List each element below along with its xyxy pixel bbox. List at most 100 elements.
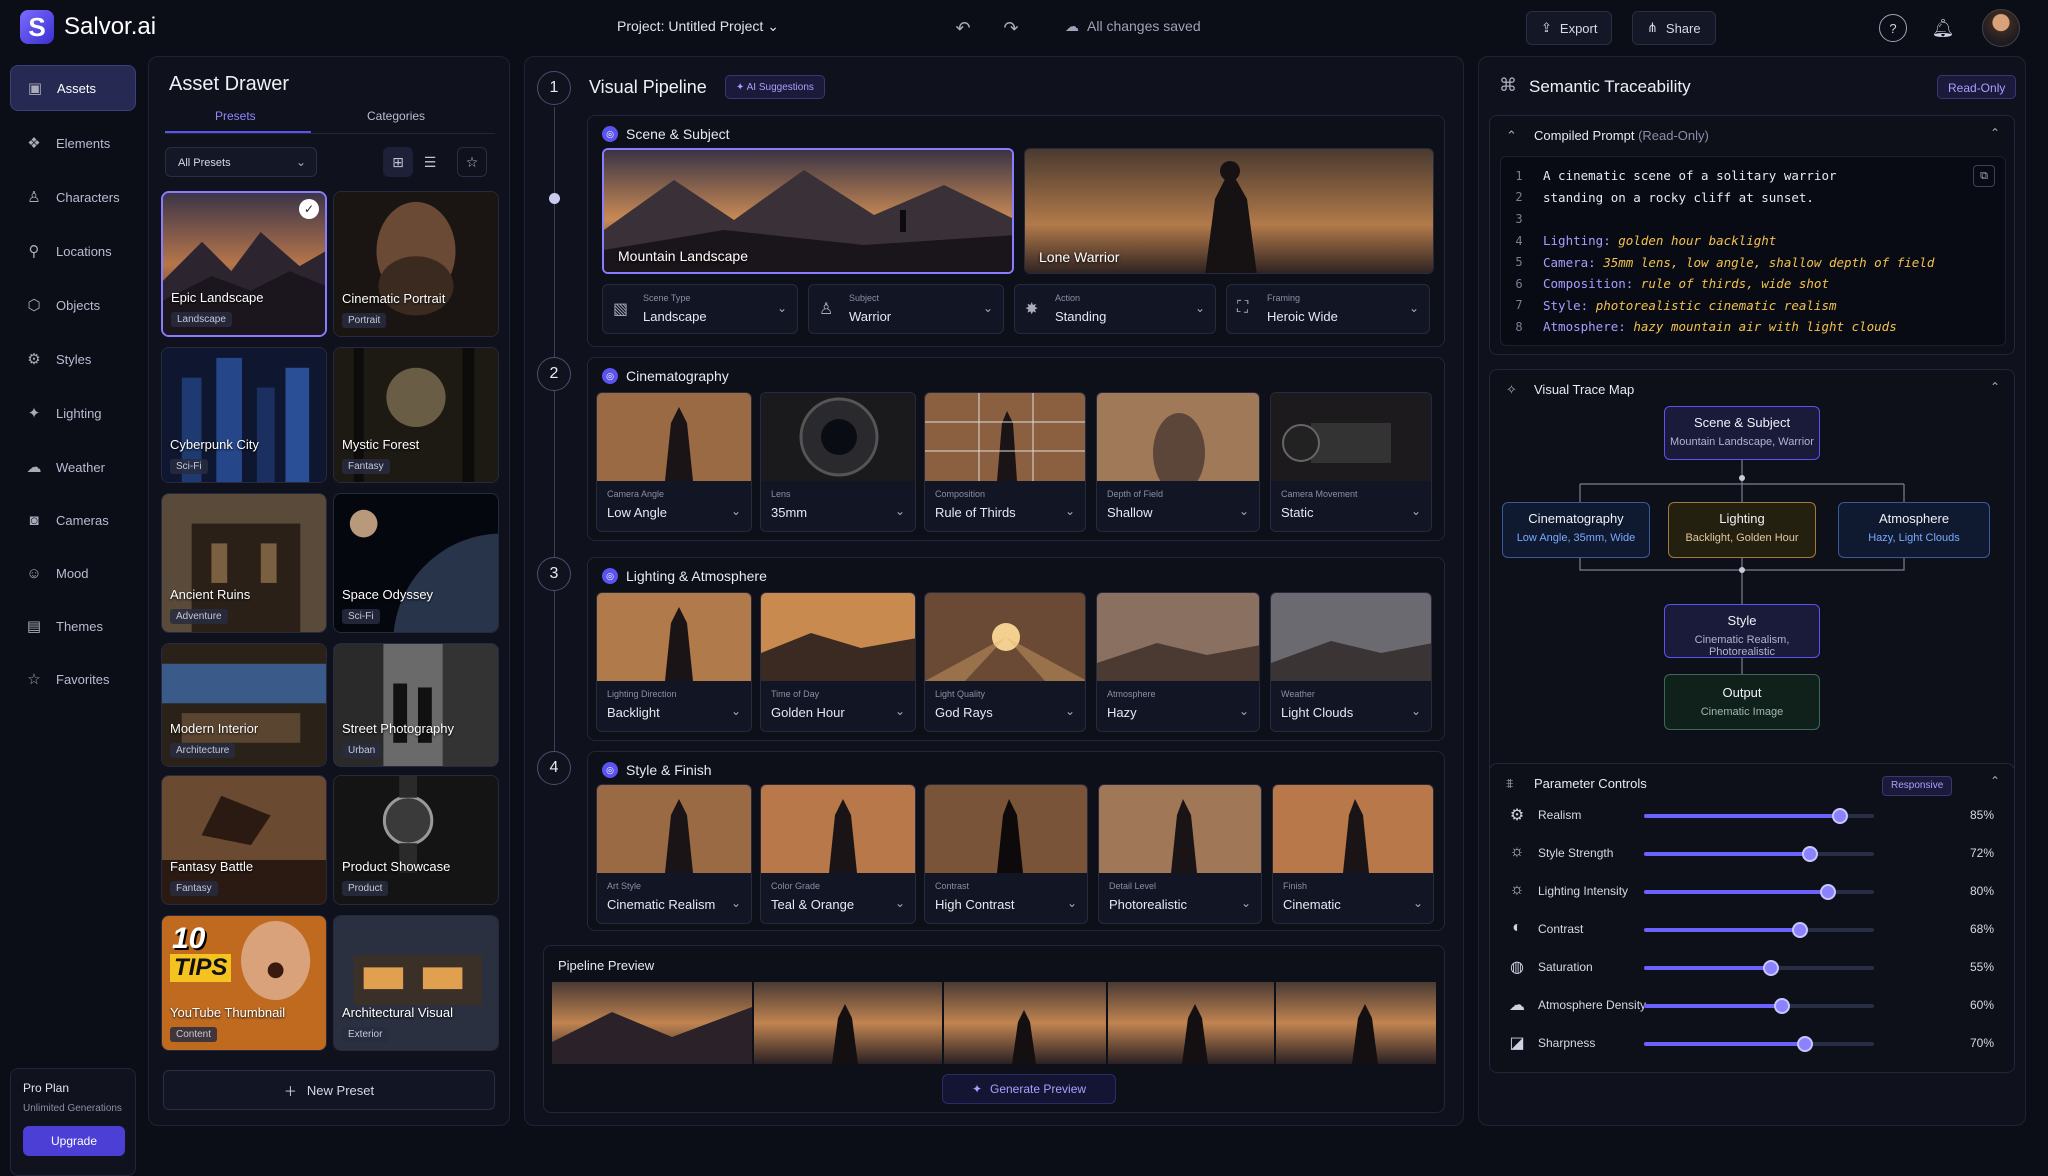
trace-node-lighting[interactable]: Lighting Backlight, Golden Hour [1668,502,1816,558]
sidebar-item-favorites[interactable]: ☆ Favorites [10,656,136,702]
preset-card[interactable]: Ancient Ruins Adventure [161,493,327,633]
export-button[interactable]: ⇪ Export [1526,11,1613,45]
sidebar-item-assets[interactable]: ▣ Assets [10,65,136,111]
collapse-icon[interactable]: ⌃ [1990,126,2000,140]
preset-card[interactable]: Product Showcase Product [333,775,499,905]
preset-filter-select[interactable]: All Presets ⌄ [165,147,317,177]
tile-key: Lighting Direction [607,689,677,699]
line-text: standing on a rocky cliff at sunset. [1543,189,1814,205]
trace-node-style[interactable]: Style Cinematic Realism, Photorealistic [1664,604,1820,658]
preset-card[interactable]: Modern Interior Architecture [161,643,327,767]
new-preset-label: New Preset [306,1082,375,1098]
camera-angle-option[interactable]: Camera Angle Low Angle ⌄ [596,392,752,532]
lens-option[interactable]: Lens 35mm ⌄ [760,392,916,532]
preset-card[interactable]: Cyberpunk City Sci-Fi [161,347,327,483]
sidebar-item-lighting[interactable]: ✦ Lighting [10,390,136,436]
sidebar-item-objects[interactable]: ⬡ Objects [10,282,136,328]
sidebar-item-themes[interactable]: ▤ Themes [10,603,136,649]
new-preset-button[interactable]: ＋ New Preset [163,1070,495,1110]
scene-option[interactable]: Lone Warrior [1024,148,1434,274]
sidebar-item-label: Weather [56,459,105,475]
trace-node-atmosphere[interactable]: Atmosphere Hazy, Light Clouds [1838,502,1990,558]
scene-type-dropdown[interactable]: ▧ Scene Type Landscape ⌄ [602,284,798,334]
parameter-slider[interactable] [1644,884,1874,900]
chevron-up-icon[interactable]: ⌃ [1506,128,1517,144]
slider-handle[interactable] [1801,846,1818,862]
undo-icon[interactable]: ↶ [950,15,976,41]
copy-icon[interactable]: ⧉ [1973,165,1995,187]
pipeline-preview: Pipeline Preview ✦ Generate Preview [543,945,1445,1113]
detail-level-option[interactable]: Detail Level Photorealistic ⌄ [1098,784,1262,924]
tile-value: Teal & Orange [771,897,855,912]
preset-card[interactable]: 10 TIPS YouTube Thumbnail Content [161,915,327,1051]
slider-handle[interactable] [1762,960,1779,976]
preset-name: YouTube Thumbnail [170,1005,286,1020]
avatar[interactable] [1982,9,2020,47]
slider-handle[interactable] [1831,808,1848,824]
light-quality-option[interactable]: Light Quality God Rays ⌄ [924,592,1086,732]
share-button[interactable]: ⋔ Share [1632,11,1716,45]
preset-card[interactable]: Cinematic Portrait Portrait [333,191,499,337]
parameter-row: ◍ Saturation 55% [1506,952,2006,982]
slider-handle[interactable] [1820,884,1836,900]
sidebar-item-cameras[interactable]: ◙ Cameras [10,497,136,543]
action-dropdown[interactable]: ✸ Action Standing ⌄ [1014,284,1216,334]
parameter-slider[interactable] [1644,808,1874,824]
action-icon: ✸ [1025,301,1039,318]
trace-node-output[interactable]: Output Cinematic Image [1664,674,1820,730]
color-grade-option[interactable]: Color Grade Teal & Orange ⌄ [760,784,916,924]
sidebar-item-locations[interactable]: ⚲ Locations [10,228,136,274]
parameter-slider[interactable] [1644,1036,1874,1052]
parameter-slider[interactable] [1644,998,1874,1014]
slider-handle[interactable] [1792,922,1809,938]
grid-view-icon[interactable]: ⊞ [383,147,413,177]
trace-node-cinematography[interactable]: Cinematography Low Angle, 35mm, Wide [1502,502,1650,558]
parameter-slider[interactable] [1644,922,1874,938]
generate-preview-button[interactable]: ✦ Generate Preview [942,1074,1116,1104]
weather-option[interactable]: Weather Light Clouds ⌄ [1270,592,1432,732]
subject-dropdown[interactable]: ♙ Subject Warrior ⌄ [808,284,1004,334]
ai-suggestions-button[interactable]: ✦ AI Suggestions [725,75,825,99]
parameter-slider[interactable] [1644,846,1874,862]
framing-dropdown[interactable]: ⛶ Framing Heroic Wide ⌄ [1226,284,1430,334]
tab-presets[interactable]: Presets [215,109,256,123]
line-text: A cinematic scene of a solitary warrior [1543,168,1837,184]
sidebar-item-styles[interactable]: ⚙ Styles [10,336,136,382]
sidebar-item-weather[interactable]: ☁ Weather [10,444,136,490]
logo[interactable]: S Salvor.ai [20,10,156,44]
list-view-icon[interactable]: ☰ [415,147,445,177]
preset-card[interactable]: Architectural Visual Exterior [333,915,499,1051]
atmosphere-option[interactable]: Atmosphere Hazy ⌄ [1096,592,1260,732]
scene-option[interactable]: Mountain Landscape [602,148,1014,274]
bell-icon[interactable]: 🔔︎ [1929,14,1957,42]
redo-icon[interactable]: ↷ [998,15,1024,41]
contrast-option[interactable]: Contrast High Contrast ⌄ [924,784,1088,924]
lighting-direction-option[interactable]: Lighting Direction Backlight ⌄ [596,592,752,732]
depth-of-field-option[interactable]: Depth of Field Shallow ⌄ [1096,392,1260,532]
help-icon[interactable]: ? [1879,14,1907,42]
camera-movement-option[interactable]: Camera Movement Static ⌄ [1270,392,1432,532]
collapse-icon[interactable]: ⌃ [1990,774,2000,788]
favorite-filter-icon[interactable]: ☆ [457,147,487,177]
tab-categories[interactable]: Categories [367,109,425,123]
slider-handle[interactable] [1797,1036,1813,1052]
sidebar-item-mood[interactable]: ☺ Mood [10,550,136,596]
project-selector[interactable]: Project: Untitled Project ⌄ [617,18,779,35]
sidebar-item-elements[interactable]: ❖ Elements [10,120,136,166]
sidebar-item-characters[interactable]: ♙ Characters [10,174,136,220]
preset-tag: Adventure [170,609,228,624]
preset-card[interactable]: Space Odyssey Sci-Fi [333,493,499,633]
composition-option[interactable]: Composition Rule of Thirds ⌄ [924,392,1086,532]
preset-card[interactable]: Fantasy Battle Fantasy [161,775,327,905]
slider-handle[interactable] [1774,998,1790,1014]
parameter-row: ☼ Style Strength 72% [1506,838,2006,868]
preset-card[interactable]: Mystic Forest Fantasy [333,347,499,483]
palette-icon: ◍ [1510,959,1524,976]
art-style-option[interactable]: Art Style Cinematic Realism ⌄ [596,784,752,924]
time-of-day-option[interactable]: Time of Day Golden Hour ⌄ [760,592,916,732]
trace-node-scene[interactable]: Scene & Subject Mountain Landscape, Warri… [1664,406,1820,460]
preset-card[interactable]: ✓ Epic Landscape Landscape [161,191,327,337]
finish-option[interactable]: Finish Cinematic ⌄ [1272,784,1434,924]
parameter-slider[interactable] [1644,960,1874,976]
preset-card[interactable]: Street Photography Urban [333,643,499,767]
